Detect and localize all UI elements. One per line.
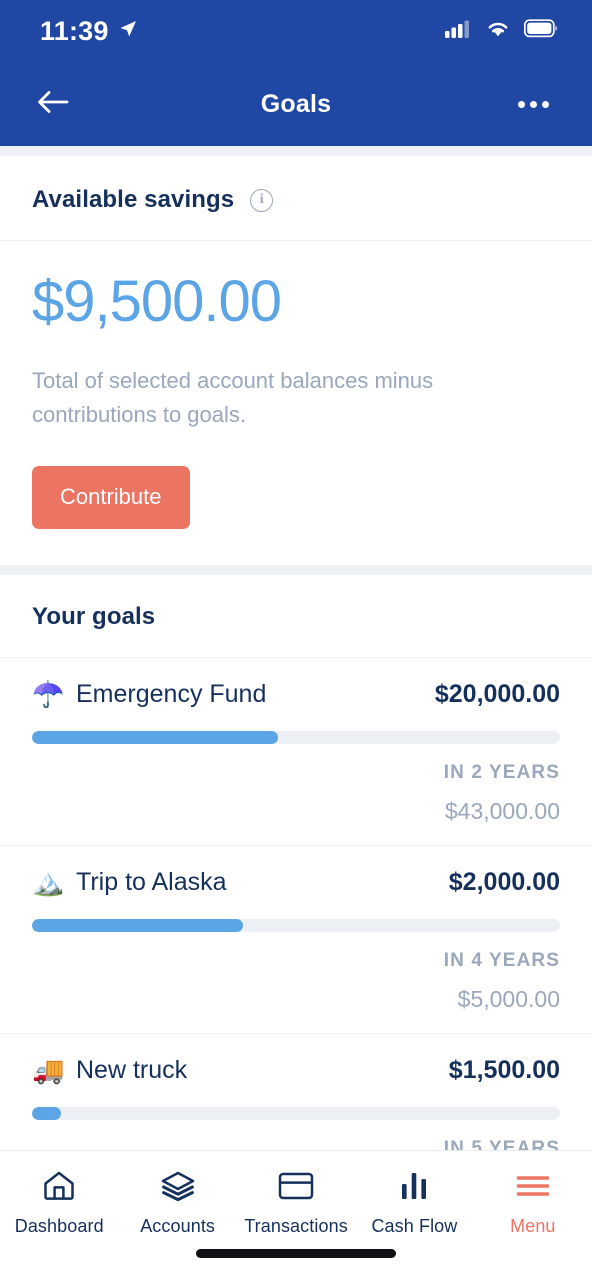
- wifi-icon: [485, 19, 511, 43]
- home-indicator: [196, 1249, 396, 1258]
- tab-label: Cash Flow: [371, 1216, 458, 1236]
- available-savings-description: Total of selected account balances minus…: [32, 367, 434, 427]
- more-options-button[interactable]: [510, 81, 556, 127]
- app-header: 11:39 Goals: [0, 0, 592, 146]
- tab-cash-flow[interactable]: Cash Flow: [355, 1169, 473, 1237]
- tab-label: Transactions: [244, 1216, 348, 1236]
- navigation-bar: Goals: [0, 62, 592, 146]
- hamburger-menu-icon: [516, 1169, 550, 1203]
- scroll-content[interactable]: Available savings i $9,500.00 Total of s…: [0, 146, 592, 1150]
- status-bar-right: [445, 19, 558, 43]
- goal-progress-fill: [32, 918, 244, 932]
- goal-meta: IN 5 YEARS: [32, 1138, 560, 1150]
- your-goals-header: Your goals: [0, 575, 592, 658]
- goal-name-group: ☂️ Emergency Fund: [32, 680, 266, 709]
- contribute-button[interactable]: Contribute: [32, 465, 190, 529]
- more-options-icon: [541, 100, 549, 108]
- goal-meta: IN 2 YEARS $43,000.00: [32, 762, 560, 825]
- location-arrow-icon: [118, 19, 138, 44]
- goal-header-row: ☂️ Emergency Fund $20,000.00: [32, 680, 560, 709]
- cellular-signal-icon: [445, 19, 472, 43]
- tab-transactions[interactable]: Transactions: [237, 1169, 355, 1237]
- more-options-icon: [517, 100, 525, 108]
- goal-name-group: 🚚 New truck: [32, 1056, 187, 1085]
- goal-target-amount: $43,000.00: [444, 797, 560, 824]
- back-button[interactable]: [30, 81, 76, 127]
- your-goals-title: Your goals: [32, 602, 156, 630]
- tab-label: Accounts: [140, 1216, 216, 1236]
- goal-progress-track: [32, 918, 560, 932]
- goal-list-item[interactable]: ☂️ Emergency Fund $20,000.00 IN 2 YEARS …: [0, 658, 592, 846]
- goal-list-item[interactable]: 🚚 New truck $1,500.00 IN 5 YEARS: [0, 1034, 592, 1150]
- info-icon[interactable]: i: [250, 188, 274, 212]
- credit-card-icon: [278, 1169, 314, 1203]
- goal-name: Emergency Fund: [76, 679, 267, 708]
- bottom-tab-bar: Dashboard Accounts Transactions Cash Flo…: [0, 1150, 592, 1280]
- tab-accounts[interactable]: Accounts: [118, 1169, 236, 1237]
- goal-progress-fill: [32, 1106, 62, 1120]
- available-savings-amount: $9,500.00: [32, 269, 282, 334]
- status-bar-time: 11:39: [40, 15, 109, 46]
- goal-saved-amount: $2,000.00: [448, 867, 560, 896]
- mountain-emoji: 🏔️: [32, 867, 65, 898]
- available-savings-header: Available savings i: [0, 156, 592, 241]
- status-bar: 11:39: [0, 0, 592, 62]
- goal-header-row: 🚚 New truck $1,500.00: [32, 1056, 560, 1085]
- goal-target-amount: $5,000.00: [457, 985, 560, 1012]
- goal-list-item[interactable]: 🏔️ Trip to Alaska $2,000.00 IN 4 YEARS $…: [0, 846, 592, 1034]
- goal-name: Trip to Alaska: [76, 867, 227, 896]
- goal-meta: IN 4 YEARS $5,000.00: [32, 950, 560, 1013]
- goal-progress-track: [32, 730, 560, 744]
- goal-saved-amount: $1,500.00: [448, 1055, 560, 1084]
- phone-screen: 11:39 Goals Available savings i $9,500.0…: [0, 0, 592, 1280]
- goal-progress-track: [32, 1106, 560, 1120]
- your-goals-card: Your goals ☂️ Emergency Fund $20,000.00 …: [0, 574, 592, 1150]
- tab-menu[interactable]: Menu: [474, 1169, 592, 1237]
- layers-icon: [161, 1169, 195, 1203]
- tab-label: Menu: [510, 1216, 556, 1236]
- tab-label: Dashboard: [14, 1216, 104, 1236]
- bar-chart-icon: [399, 1169, 429, 1203]
- battery-full-icon: [523, 19, 558, 43]
- goal-progress-fill: [32, 730, 278, 744]
- available-savings-card: Available savings i $9,500.00 Total of s…: [0, 156, 592, 565]
- goal-name: New truck: [76, 1055, 188, 1084]
- header-spacer: [0, 146, 592, 156]
- goal-term: IN 5 YEARS: [443, 1137, 560, 1150]
- back-arrow-icon: [36, 89, 70, 120]
- available-savings-body: $9,500.00 Total of selected account bala…: [0, 241, 592, 565]
- more-options-icon: [529, 100, 537, 108]
- home-icon: [42, 1169, 76, 1203]
- tab-dashboard[interactable]: Dashboard: [0, 1169, 118, 1237]
- status-bar-left: 11:39: [40, 15, 138, 46]
- goal-header-row: 🏔️ Trip to Alaska $2,000.00: [32, 868, 560, 897]
- umbrella-emoji: ☂️: [32, 679, 65, 710]
- available-savings-title: Available savings: [32, 186, 235, 213]
- goal-saved-amount: $20,000.00: [434, 679, 560, 708]
- section-spacer: [0, 564, 592, 575]
- page-title: Goals: [260, 89, 332, 118]
- truck-emoji: 🚚: [32, 1055, 65, 1086]
- goal-term: IN 2 YEARS: [443, 761, 560, 783]
- goal-name-group: 🏔️ Trip to Alaska: [32, 868, 227, 897]
- goal-term: IN 4 YEARS: [443, 949, 560, 971]
